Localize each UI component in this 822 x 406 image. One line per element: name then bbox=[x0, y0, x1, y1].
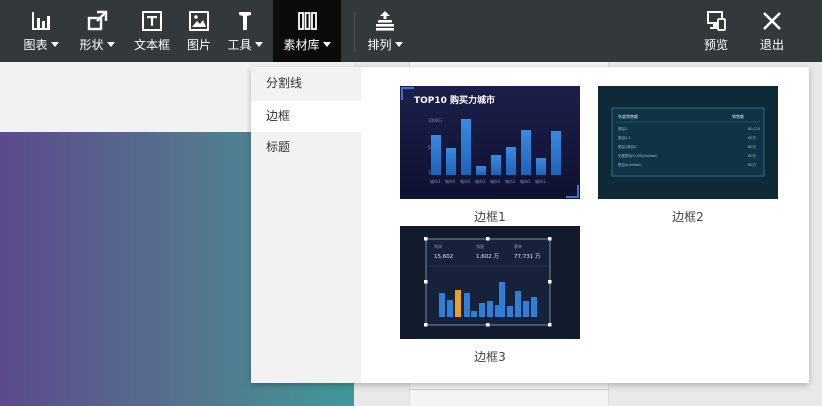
border-1-x-tick: 城市1 bbox=[430, 178, 441, 184]
thumbnail-bar bbox=[507, 306, 513, 317]
text-box-icon bbox=[142, 11, 162, 31]
border-3-kpi-name: 利润 bbox=[434, 243, 442, 249]
toolbar-separator bbox=[354, 12, 355, 52]
thumbnail-bar bbox=[446, 148, 456, 175]
border-1-x-tick: 城市1 bbox=[475, 178, 486, 184]
border-thumbnail-1-label: 边框1 bbox=[474, 210, 506, 224]
preview-button[interactable]: 预览 bbox=[698, 0, 734, 62]
textbox-tool-label: 文本框 bbox=[133, 38, 170, 52]
chart-tool-label: 图表 bbox=[23, 38, 48, 52]
border-1-title: TOP10 购买力城市 bbox=[414, 94, 495, 106]
thumbnail-bar bbox=[521, 130, 531, 175]
chevron-down-icon bbox=[322, 42, 331, 47]
border-2-row-value: 80,125 bbox=[748, 127, 760, 131]
material-library-icon bbox=[298, 12, 317, 30]
shape-tool-button[interactable]: 形状 bbox=[74, 0, 120, 62]
menu-item-title[interactable]: 标题 bbox=[251, 132, 361, 163]
exit-button[interactable]: 退出 bbox=[754, 0, 790, 62]
thumbnail-bar bbox=[461, 119, 471, 175]
image-tool-button[interactable]: 图片 bbox=[182, 0, 216, 62]
thumbnail-bar bbox=[455, 290, 461, 317]
image-icon bbox=[189, 11, 209, 31]
border-2-row-name: 类目1 bbox=[618, 126, 627, 131]
tools-tool-button[interactable]: 工具 bbox=[222, 0, 268, 62]
border-thumbnail-1[interactable]: TOP10 购买力城市 1000万 500万 100万 城市1 城市1 城市1 … bbox=[400, 86, 580, 199]
material-category-menu: 分割线 边框 标题 bbox=[251, 67, 362, 383]
thumbnail-bar bbox=[491, 155, 501, 175]
thumbnail-bar bbox=[487, 301, 493, 317]
border-2-header-right: 销售额 bbox=[732, 113, 744, 119]
tool-icon bbox=[239, 12, 251, 30]
thumbnail-bar bbox=[431, 135, 441, 175]
textbox-tool-button[interactable]: 文本框 bbox=[130, 0, 174, 62]
border-3-preview: 利润 15,602 销量 1,602 万 客单 77,731 万 bbox=[400, 226, 580, 339]
thumbnail-bar bbox=[536, 158, 546, 175]
thumbnail-bar bbox=[471, 311, 477, 317]
menu-item-border[interactable]: 边框 bbox=[251, 101, 362, 132]
thumbnail-bar bbox=[439, 293, 445, 317]
arrange-icon bbox=[376, 11, 394, 31]
border-1-preview: TOP10 购买力城市 1000万 500万 100万 城市1 城市1 城市1 … bbox=[400, 86, 580, 199]
border-2-row-value: 60万 bbox=[748, 145, 756, 149]
material-library-popup: 分割线 边框 标题 TOP10 购买力城市 1000万 500万 100万 城市… bbox=[251, 67, 809, 383]
thumbnail-bar bbox=[523, 301, 529, 317]
border-thumbnail-3[interactable]: 利润 15,602 销量 1,602 万 客单 77,731 万 bbox=[400, 226, 580, 339]
border-1-x-tick: 城市1 bbox=[445, 178, 456, 184]
thumbnail-bar bbox=[464, 293, 470, 317]
material-library-label: 素材库 bbox=[283, 38, 320, 52]
preview-icon bbox=[707, 11, 726, 31]
border-1-x-tick: 城市1 bbox=[535, 178, 546, 184]
material-library-button[interactable]: 素材库 bbox=[273, 0, 341, 62]
shape-tool-label: 形状 bbox=[79, 38, 104, 52]
chevron-down-icon bbox=[394, 42, 403, 47]
close-icon bbox=[763, 12, 781, 30]
thumbnail-bar bbox=[499, 282, 505, 317]
border-2-row-name: 类目1类目2 bbox=[618, 144, 636, 149]
border-thumbnail-2[interactable]: 年度销售额 销售额 类目1 80,125 类目2-1 60万 类目1类目2 60… bbox=[598, 86, 778, 199]
border-2-header-left: 年度销售额 bbox=[618, 113, 638, 119]
preview-label: 预览 bbox=[703, 38, 728, 52]
border-1-x-tick: 城市1 bbox=[490, 178, 501, 184]
chevron-down-icon bbox=[50, 42, 59, 47]
border-3-kpi-name: 客单 bbox=[514, 243, 522, 249]
property-panel-divider bbox=[409, 389, 609, 390]
border-2-row-name: 类目2-1 bbox=[618, 135, 631, 140]
chart-tool-button[interactable]: 图表 bbox=[18, 0, 64, 62]
chevron-down-icon bbox=[106, 42, 115, 47]
thumbnail-bar bbox=[551, 131, 561, 175]
arrange-tool-label: 排列 bbox=[367, 38, 392, 52]
border-2-row-value: 60万 bbox=[748, 163, 756, 167]
border-3-kpi-value: 77,731 万 bbox=[514, 253, 541, 260]
border-1-x-tick: 城市1 bbox=[505, 178, 516, 184]
main-toolbar: 图表 形状 文本框 图片 工具 素材库 排列 预览 退出 bbox=[0, 0, 822, 62]
thumbnail-bar bbox=[506, 147, 516, 175]
tools-tool-label: 工具 bbox=[227, 38, 252, 52]
border-thumbnail-3-label: 边框3 bbox=[474, 350, 506, 364]
border-2-row-value: 60万 bbox=[748, 136, 756, 140]
border-3-kpi-name: 销量 bbox=[476, 243, 484, 249]
border-3-kpi-value: 1,602 万 bbox=[476, 253, 499, 260]
shape-icon bbox=[87, 10, 108, 31]
border-1-x-tick: 城市1 bbox=[520, 178, 531, 184]
menu-item-divider-line[interactable]: 分割线 bbox=[251, 68, 361, 99]
border-1-x-tick: 城市1 bbox=[460, 178, 471, 184]
exit-label: 退出 bbox=[759, 38, 784, 52]
bar-chart-icon bbox=[32, 12, 50, 30]
arrange-tool-button[interactable]: 排列 bbox=[362, 0, 408, 62]
border-thumbnail-2-label: 边框2 bbox=[672, 210, 704, 224]
border-3-kpi-value: 15,602 bbox=[434, 254, 453, 260]
border-2-row-name: 类目4(million) bbox=[618, 162, 642, 167]
border-1-y-tick: 1000万 bbox=[428, 118, 442, 123]
image-tool-label: 图片 bbox=[186, 38, 211, 52]
border-2-row-name: 无框类目3.00%(million) bbox=[618, 153, 658, 158]
border-2-row-value: 60万 bbox=[748, 154, 756, 158]
thumbnail-bar bbox=[447, 300, 453, 317]
thumbnail-bar bbox=[531, 297, 537, 317]
thumbnail-bar bbox=[479, 303, 485, 317]
border-2-preview: 年度销售额 销售额 类目1 80,125 类目2-1 60万 类目1类目2 60… bbox=[598, 86, 778, 199]
thumbnail-bar bbox=[476, 166, 486, 175]
chevron-down-icon bbox=[254, 42, 263, 47]
thumbnail-bar bbox=[515, 291, 521, 317]
